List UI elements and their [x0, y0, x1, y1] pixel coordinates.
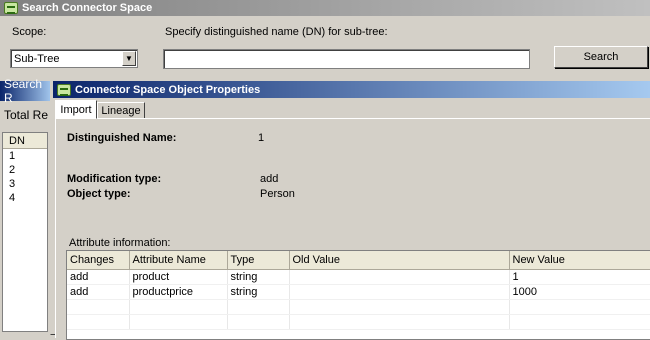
search-results-header-text: Search R — [4, 77, 43, 105]
dn-list-item[interactable]: 1 — [3, 149, 47, 163]
table-cell — [67, 299, 130, 315]
tab-lineage-label: Lineage — [101, 104, 141, 117]
table-cell: string — [227, 284, 290, 300]
table-cell — [509, 299, 650, 315]
column-header-changes[interactable]: Changes — [67, 251, 130, 270]
modification-type-value: add — [260, 173, 279, 185]
dn-list-item[interactable]: 2 — [3, 163, 47, 177]
column-header-old-value[interactable]: Old Value — [289, 251, 510, 270]
table-cell — [289, 299, 510, 315]
distinguished-name-value: 1 — [258, 132, 265, 144]
table-cell — [509, 314, 650, 330]
table-cell — [67, 314, 130, 330]
table-cell — [289, 284, 510, 300]
table-cell: 1000 — [509, 284, 650, 300]
table-cell — [227, 314, 290, 330]
attribute-information-label: Attribute information: — [69, 237, 171, 249]
connector-icon — [57, 83, 71, 96]
empty-table-row — [67, 314, 650, 330]
dn-list-item[interactable]: 3 — [3, 177, 47, 191]
table-row[interactable]: add product string 1 — [67, 269, 650, 285]
properties-dialog-title: Connector Space Object Properties — [75, 83, 261, 96]
search-window-title: Search Connector Space — [22, 2, 153, 14]
dn-results-list[interactable]: DN 1234 — [2, 132, 48, 332]
connector-icon — [4, 2, 18, 14]
attribute-table-header: Changes Attribute Name Type Old Value New Va… — [67, 251, 650, 270]
scope-label: Scope: — [12, 26, 47, 38]
attribute-table: Changes Attribute Name Type Old Value New Va… — [67, 251, 650, 330]
import-tab-panel: Distinguished Name: 1 Modification type:… — [55, 118, 650, 340]
total-results-label: Total Re — [4, 108, 49, 122]
scope-select[interactable]: Sub-Tree ▼ — [10, 49, 138, 68]
properties-dialog: Connector Space Object Properties Import… — [50, 79, 650, 340]
dn-list-item[interactable]: 4 — [3, 191, 47, 205]
dn-column-header-label: DN — [9, 134, 25, 147]
table-cell: string — [227, 269, 290, 285]
dn-rows: 1234 — [3, 149, 47, 205]
attribute-table-frame[interactable]: Changes Attribute Name Type Old Value New Va… — [66, 250, 650, 340]
dn-subtree-label: Specify distinguished name (DN) for sub-… — [165, 26, 388, 38]
modification-type-label: Modification type: — [67, 173, 162, 185]
tab-import[interactable]: Import — [55, 100, 97, 119]
table-cell: product — [129, 269, 228, 285]
dn-subtree-input[interactable] — [163, 49, 530, 69]
scope-select-value: Sub-Tree — [14, 52, 60, 65]
column-header-type[interactable]: Type — [227, 251, 290, 270]
table-cell: add — [67, 284, 130, 300]
empty-table-row — [67, 299, 650, 315]
table-cell — [227, 299, 290, 315]
search-button[interactable]: Search — [554, 46, 648, 68]
table-cell: 1 — [509, 269, 650, 285]
properties-dialog-titlebar[interactable]: Connector Space Object Properties — [53, 81, 650, 98]
column-header-new-value[interactable]: New Value — [509, 251, 650, 270]
table-cell — [129, 299, 228, 315]
object-type-value: Person — [260, 188, 295, 200]
tab-lineage[interactable]: Lineage — [97, 102, 145, 119]
table-cell — [129, 314, 228, 330]
table-cell — [289, 269, 510, 285]
distinguished-name-label: Distinguished Name: — [67, 132, 177, 144]
search-results-header: Search R — [0, 77, 52, 105]
search-window-titlebar[interactable]: Search Connector Space — [0, 0, 650, 16]
search-button-label: Search — [583, 51, 619, 63]
table-cell: add — [67, 269, 130, 285]
table-cell — [289, 314, 510, 330]
tab-import-label: Import — [60, 103, 92, 116]
chevron-down-icon[interactable]: ▼ — [122, 51, 136, 66]
column-header-attribute-name[interactable]: Attribute Name — [129, 251, 228, 270]
dn-column-header[interactable]: DN — [3, 133, 47, 149]
object-type-label: Object type: — [67, 188, 131, 200]
table-cell: productprice — [129, 284, 228, 300]
table-row[interactable]: add productprice string 1000 — [67, 284, 650, 300]
